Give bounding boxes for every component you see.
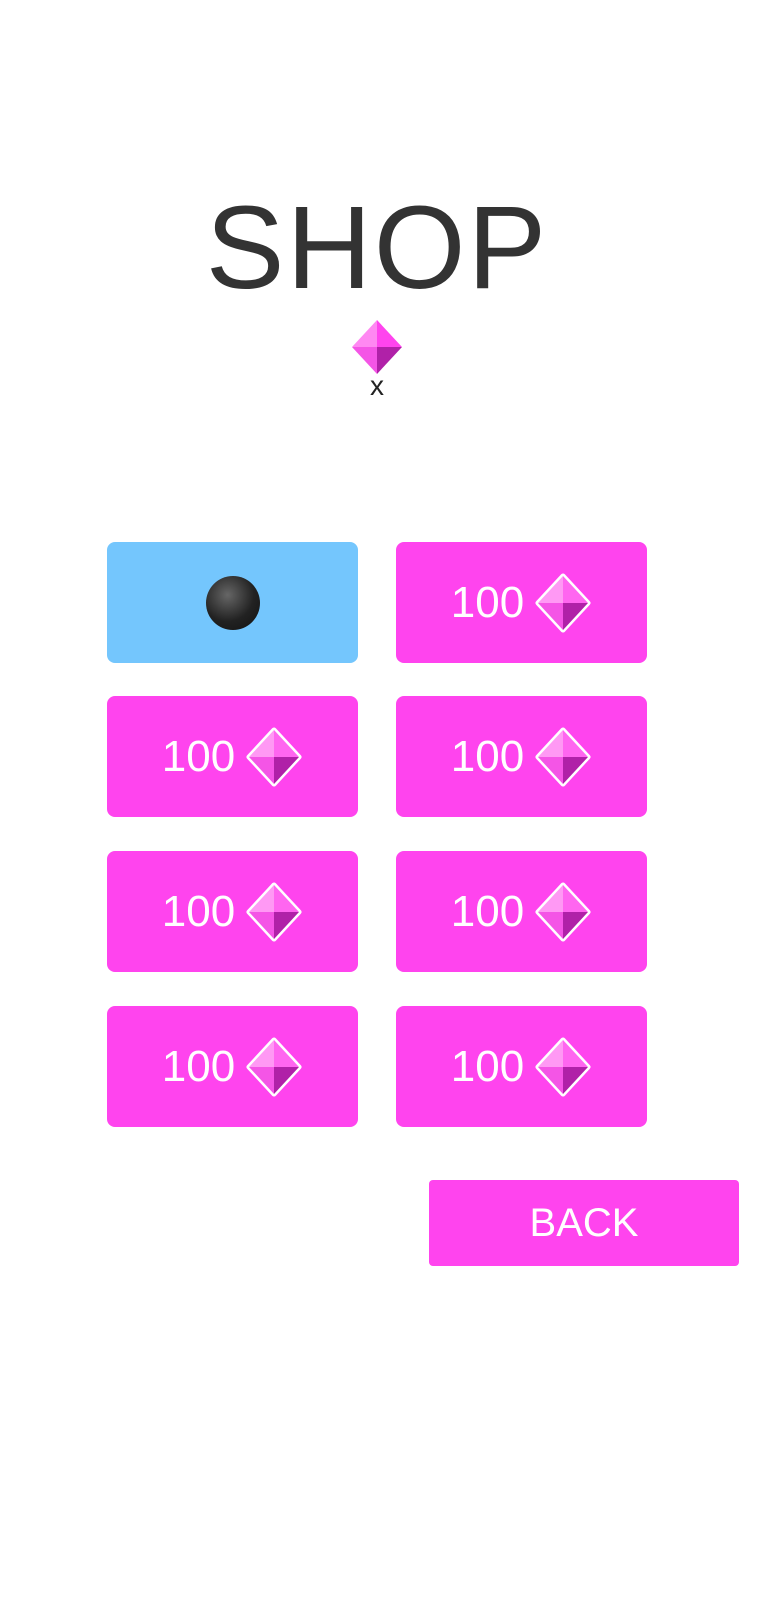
shop-item[interactable]: 100: [396, 696, 647, 817]
item-price: 100: [161, 731, 236, 781]
gem-icon: [246, 1037, 302, 1096]
gem-icon: [535, 573, 591, 632]
item-price: 100: [450, 577, 525, 627]
gem-icon: [246, 882, 302, 941]
shop-item[interactable]: 100: [107, 696, 358, 817]
item-price: 100: [450, 1041, 525, 1091]
shop-item[interactable]: 100: [396, 851, 647, 972]
shop-item[interactable]: [107, 542, 358, 663]
page-title: SHOP: [205, 182, 549, 314]
back-button[interactable]: BACK: [429, 1180, 739, 1266]
item-price: 100: [161, 1041, 236, 1091]
shop-item[interactable]: 100: [396, 542, 647, 663]
gem-icon: [535, 727, 591, 786]
gem-icon: [352, 320, 402, 374]
item-price: 100: [450, 886, 525, 936]
item-price: 100: [450, 731, 525, 781]
gem-count: x: [370, 370, 384, 401]
shop-item[interactable]: 100: [396, 1006, 647, 1127]
gem-icon: [535, 1037, 591, 1096]
item-price: 100: [161, 886, 236, 936]
shop-item[interactable]: 100: [107, 851, 358, 972]
gem-icon: [246, 727, 302, 786]
gem-icon: [535, 882, 591, 941]
ball-icon: [205, 575, 260, 630]
shop-item[interactable]: 100: [107, 1006, 358, 1127]
